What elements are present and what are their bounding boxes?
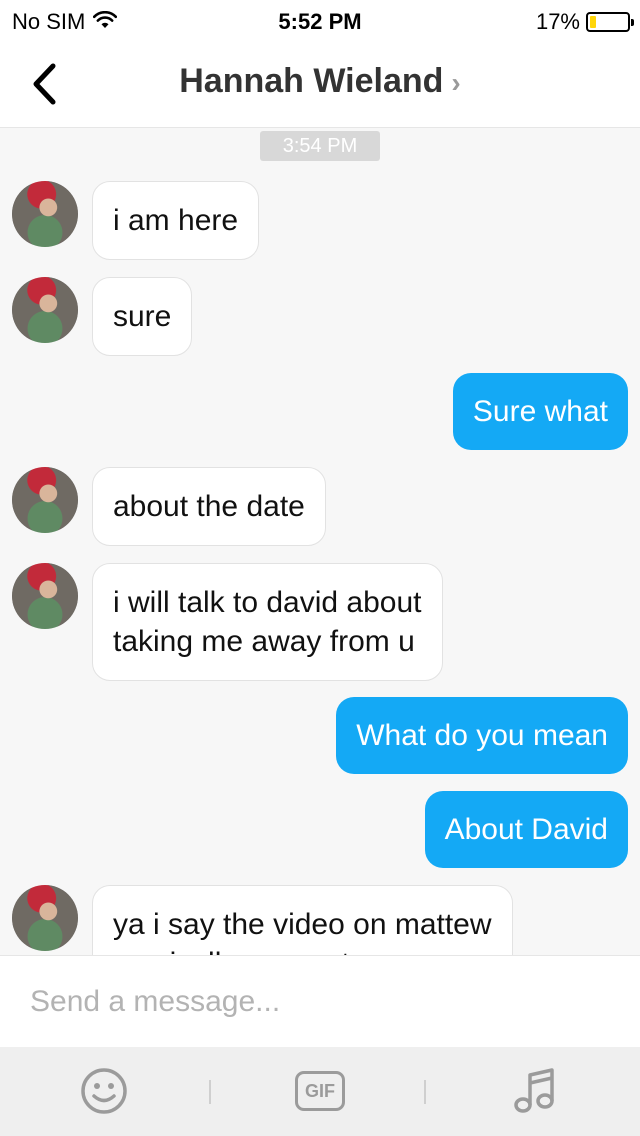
battery-fill	[590, 16, 596, 28]
incoming-message[interactable]: i am here	[92, 181, 260, 260]
chevron-right-icon: ›	[451, 67, 461, 98]
message-composer	[0, 955, 640, 1047]
contact-avatar[interactable]	[12, 467, 78, 533]
message-timestamp: 3:54 PM	[260, 131, 380, 161]
contact-name: Hannah Wieland	[179, 62, 444, 100]
emoji-button[interactable]	[78, 1067, 130, 1115]
outgoing-message[interactable]: What do you mean	[336, 697, 628, 774]
conversation-title[interactable]: Hannah Wieland ›	[0, 62, 640, 101]
music-button[interactable]	[508, 1067, 560, 1115]
battery-icon	[586, 12, 634, 32]
gif-button[interactable]: GIF	[294, 1067, 346, 1115]
toolbar-divider	[424, 1080, 426, 1104]
status-bar: No SIM 5:52 PM 17%	[0, 0, 640, 40]
emoji-icon	[81, 1068, 127, 1114]
battery-percent: 17%	[535, 9, 580, 34]
message-list[interactable]: 3:54 PM i am here sure Sure what about t…	[0, 129, 640, 955]
message-input[interactable]	[30, 978, 610, 1026]
contact-avatar[interactable]	[12, 885, 78, 951]
incoming-message[interactable]: ya i say the video on mattew musically a…	[92, 885, 513, 955]
contact-avatar[interactable]	[12, 181, 78, 247]
incoming-message[interactable]: sure	[92, 277, 193, 356]
music-icon	[514, 1068, 554, 1113]
battery-info: 17%	[535, 9, 634, 35]
outgoing-message[interactable]: About David	[424, 791, 628, 868]
outgoing-message[interactable]: Sure what	[452, 373, 628, 450]
gif-icon: GIF	[295, 1071, 345, 1111]
incoming-message[interactable]: about the date	[92, 467, 326, 546]
contact-avatar[interactable]	[12, 277, 78, 343]
toolbar-divider	[209, 1080, 211, 1104]
contact-avatar[interactable]	[12, 563, 78, 629]
incoming-message[interactable]: i will talk to david about taking me awa…	[92, 563, 443, 681]
input-toolbar: GIF	[0, 1047, 640, 1136]
nav-bar: Hannah Wieland ›	[0, 40, 640, 128]
